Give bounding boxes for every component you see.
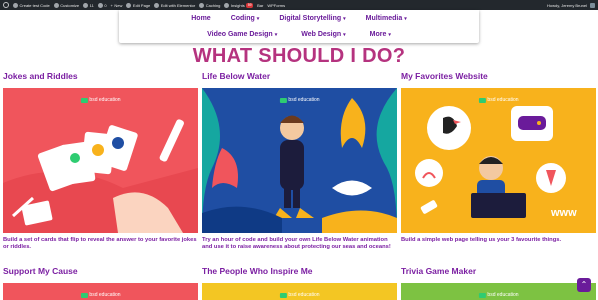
admin-item-bar[interactable]: Bar <box>257 3 263 8</box>
admin-item-elementor[interactable]: Edit with Elementor <box>154 2 195 8</box>
card-image-trivia-game-maker[interactable]: bsd education <box>401 283 596 300</box>
wp-admin-bar: Create test Code Customize 11 0 + New Edi… <box>0 0 598 10</box>
chevron-up-icon: ⌃ <box>580 280 588 289</box>
jokes-illustration <box>3 88 198 233</box>
chart-icon <box>224 2 230 8</box>
scroll-to-top-button[interactable]: ⌃ <box>577 278 591 292</box>
chevron-down-icon: ▾ <box>404 15 407 22</box>
card-title-jokes-and-riddles[interactable]: Jokes and Riddles <box>3 71 78 81</box>
nav-item-coding[interactable]: Coding ▾ <box>231 15 260 22</box>
chevron-down-icon: ▾ <box>388 31 391 38</box>
card-title-trivia-game-maker[interactable]: Trivia Game Maker <box>401 266 476 276</box>
nav-item-multimedia[interactable]: Multimedia ▾ <box>366 15 407 22</box>
card-image-jokes-and-riddles[interactable]: bsd education <box>3 88 198 233</box>
card-title-people-who-inspire-me[interactable]: The People Who Inspire Me <box>202 266 313 276</box>
card-title-life-below-water[interactable]: Life Below Water <box>202 71 270 81</box>
admin-user-greeting[interactable]: Howdy, Jeremy Brunel <box>547 3 587 8</box>
card-image-support-my-cause[interactable]: bsd education <box>3 283 198 300</box>
nav-item-more[interactable]: More ▾ <box>370 31 391 38</box>
nav-item-home[interactable]: Home <box>191 15 210 22</box>
pencil-icon <box>126 2 132 8</box>
plus-icon: + <box>110 2 113 8</box>
comment-icon <box>97 2 103 8</box>
elementor-icon <box>154 2 160 8</box>
brand-logo: bsd education <box>478 97 519 103</box>
nav-row-1: Home Coding ▾ Digital Storytelling ▾ Multi… <box>119 15 479 22</box>
chevron-down-icon: ▾ <box>343 31 346 38</box>
admin-item-edit-page[interactable]: Edit Page <box>126 2 150 8</box>
chevron-down-icon: ▾ <box>274 31 278 38</box>
refresh-icon <box>83 2 89 8</box>
insights-badge: 59 <box>246 2 254 8</box>
page-title: WHAT SHOULD I DO? <box>192 45 406 67</box>
ocean-illustration <box>202 88 397 233</box>
nav-row-2: Video Game Design ▾ Web Design ▾ More ▾ <box>119 31 479 38</box>
card-image-my-favorites-website[interactable]: www bsd education <box>401 88 596 233</box>
brand-logo: bsd education <box>80 292 121 298</box>
cache-icon <box>199 2 205 8</box>
brand-logo: bsd education <box>80 97 121 103</box>
brand-logo: bsd education <box>279 97 320 103</box>
card-desc-jokes-and-riddles: Build a set of cards that flip to reveal… <box>3 237 197 250</box>
brush-icon <box>53 2 59 8</box>
admin-item-wpforms[interactable]: WPForms <box>267 3 285 8</box>
admin-item-customize[interactable]: Customize <box>53 2 79 8</box>
admin-item-new[interactable]: + New <box>111 3 123 8</box>
home-icon <box>13 2 18 8</box>
wordpress-logo-icon[interactable] <box>3 2 9 8</box>
card-image-life-below-water[interactable]: bsd education <box>202 88 397 233</box>
svg-text:www: www <box>550 207 577 219</box>
admin-item-site[interactable]: Create test Code <box>13 2 50 8</box>
admin-item-comments[interactable]: 0 <box>97 2 107 8</box>
brand-logo: bsd education <box>279 292 320 298</box>
main-navigation: Home Coding ▾ Digital Storytelling ▾ Multi… <box>119 10 479 43</box>
admin-item-insights[interactable]: Insights 59 <box>224 2 254 8</box>
nav-item-video-game-design[interactable]: Video Game Design ▾ <box>207 31 277 38</box>
avatar[interactable] <box>590 2 595 8</box>
nav-item-web-design[interactable]: Web Design ▾ <box>301 31 345 38</box>
admin-item-updates[interactable]: 11 <box>83 2 94 8</box>
card-desc-my-favorites-website: Build a simple web page telling us your … <box>401 237 562 243</box>
card-title-my-favorites-website[interactable]: My Favorites Website <box>401 71 488 81</box>
card-title-support-my-cause[interactable]: Support My Cause <box>3 266 78 276</box>
chevron-down-icon: ▾ <box>343 15 346 22</box>
brand-logo: bsd education <box>478 292 519 298</box>
chevron-down-icon: ▾ <box>256 15 260 22</box>
admin-item-caching[interactable]: Caching <box>199 2 220 8</box>
website-illustration: www <box>401 88 596 233</box>
card-desc-life-below-water: Try an hour of code and build your own L… <box>202 237 391 250</box>
card-image-people-who-inspire-me[interactable]: bsd education <box>202 283 397 300</box>
nav-item-digital-storytelling[interactable]: Digital Storytelling ▾ <box>279 15 345 22</box>
